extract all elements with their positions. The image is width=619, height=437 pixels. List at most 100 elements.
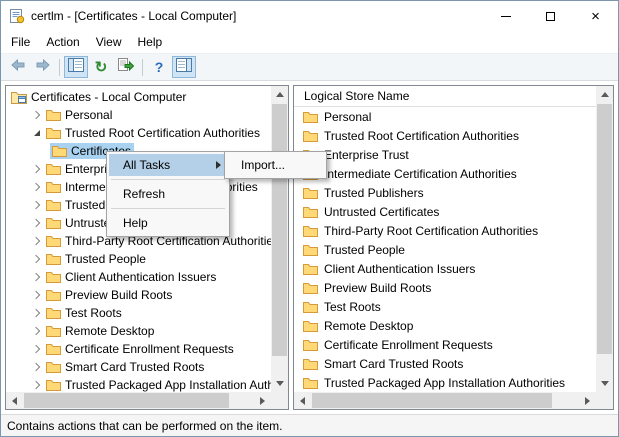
menu-item-label: All Tasks xyxy=(123,158,170,172)
context-menu-item-all-tasks[interactable]: All Tasks xyxy=(109,154,227,176)
help-button[interactable]: ? xyxy=(147,56,171,78)
store-list-item[interactable]: Untrusted Certificates xyxy=(294,202,596,221)
tree-hscroll-thumb[interactable] xyxy=(24,393,229,408)
folder-icon xyxy=(302,263,318,275)
show-console-tree-button[interactable] xyxy=(64,56,88,78)
folder-icon xyxy=(45,235,61,247)
context-menu-item-import[interactable]: Import... xyxy=(227,154,324,176)
tree-item[interactable]: Trusted People xyxy=(6,250,271,268)
chevron-collapsed-icon[interactable] xyxy=(30,220,44,226)
scroll-up-button[interactable] xyxy=(596,86,613,103)
close-button[interactable]: × xyxy=(573,1,618,31)
tree-item[interactable]: Trusted Root Certification Authorities xyxy=(6,124,271,142)
status-text: Contains actions that can be performed o… xyxy=(7,419,283,433)
store-name-label: Smart Card Trusted Roots xyxy=(324,357,463,371)
list-horizontal-scrollbar[interactable] xyxy=(294,392,596,409)
export-list-button[interactable] xyxy=(114,56,138,78)
folder-icon xyxy=(45,127,61,139)
tree-item[interactable]: Personal xyxy=(6,106,271,124)
scroll-left-button[interactable] xyxy=(294,392,311,409)
context-menu-item-help[interactable]: Help xyxy=(109,212,227,234)
chevron-collapsed-icon[interactable] xyxy=(30,238,44,244)
console-tree: Certificates - Local ComputerPersonalTru… xyxy=(6,86,271,392)
chevron-collapsed-icon[interactable] xyxy=(30,166,44,172)
chevron-collapsed-icon[interactable] xyxy=(30,256,44,262)
chevron-collapsed-icon[interactable] xyxy=(30,112,44,118)
folder-icon xyxy=(302,339,318,351)
store-list-item[interactable]: Trusted People xyxy=(294,240,596,259)
show-action-pane-button[interactable] xyxy=(172,56,196,78)
chevron-collapsed-icon[interactable] xyxy=(30,328,44,334)
menu-file[interactable]: File xyxy=(3,32,38,52)
scroll-right-button[interactable] xyxy=(579,392,596,409)
submenu-arrow-icon xyxy=(216,161,221,169)
minimize-button[interactable] xyxy=(483,1,528,31)
store-list-item[interactable]: Remote Desktop xyxy=(294,316,596,335)
menu-view[interactable]: View xyxy=(88,32,130,52)
store-list-item[interactable]: Enterprise Trust xyxy=(294,145,596,164)
close-icon: × xyxy=(591,9,600,24)
store-list-item[interactable]: Trusted Root Certification Authorities xyxy=(294,126,596,145)
back-button[interactable] xyxy=(6,56,30,78)
all-tasks-submenu: Import... xyxy=(224,151,327,179)
chevron-collapsed-icon[interactable] xyxy=(30,292,44,298)
maximize-icon xyxy=(546,12,555,21)
maximize-button[interactable] xyxy=(528,1,573,31)
tree-item[interactable]: Certificate Enrollment Requests xyxy=(6,340,271,358)
scroll-down-button[interactable] xyxy=(271,375,288,392)
menu-item-label: Refresh xyxy=(123,187,165,201)
store-list-item[interactable]: Smart Card Trusted Roots xyxy=(294,354,596,373)
store-list-item[interactable]: Preview Build Roots xyxy=(294,278,596,297)
chevron-collapsed-icon[interactable] xyxy=(30,184,44,190)
chevron-expanded-icon[interactable] xyxy=(30,130,44,136)
column-header-logical-store-name[interactable]: Logical Store Name xyxy=(294,86,596,107)
tree-item[interactable]: Test Roots xyxy=(6,304,271,322)
list-vscroll-thumb[interactable] xyxy=(597,104,612,354)
tree-item-label: Trusted Packaged App Installation Author… xyxy=(65,378,271,392)
chevron-collapsed-icon[interactable] xyxy=(30,364,44,370)
tree-item-label: Smart Card Trusted Roots xyxy=(65,360,204,374)
tree-vscroll-thumb[interactable] xyxy=(272,104,287,356)
folder-icon xyxy=(45,199,61,211)
tree-item[interactable]: Smart Card Trusted Roots xyxy=(6,358,271,376)
tree-horizontal-scrollbar[interactable] xyxy=(6,392,271,409)
store-list-item[interactable]: Trusted Publishers xyxy=(294,183,596,202)
scroll-right-button[interactable] xyxy=(254,392,271,409)
store-list-item[interactable]: Intermediate Certification Authorities xyxy=(294,164,596,183)
store-list-item[interactable]: Client Authentication Issuers xyxy=(294,259,596,278)
store-list-item[interactable]: Certificate Enrollment Requests xyxy=(294,335,596,354)
tree-item[interactable]: Preview Build Roots xyxy=(6,286,271,304)
chevron-collapsed-icon[interactable] xyxy=(30,310,44,316)
forward-icon xyxy=(36,58,50,76)
tree-item[interactable]: Certificates - Local Computer xyxy=(6,88,271,106)
scroll-left-button[interactable] xyxy=(6,392,23,409)
scroll-down-button[interactable] xyxy=(596,375,613,392)
list-hscroll-thumb[interactable] xyxy=(312,393,552,408)
tree-item-label: Certificate Enrollment Requests xyxy=(65,342,234,356)
chevron-collapsed-icon[interactable] xyxy=(30,274,44,280)
tree-item[interactable]: Remote Desktop xyxy=(6,322,271,340)
chevron-collapsed-icon[interactable] xyxy=(30,346,44,352)
refresh-button[interactable]: ↻ xyxy=(89,56,113,78)
store-list-item[interactable]: Third-Party Root Certification Authoriti… xyxy=(294,221,596,240)
store-list-item[interactable]: Test Roots xyxy=(294,297,596,316)
menu-item-label: Help xyxy=(123,216,148,230)
toolbar: ↻ ? xyxy=(1,53,618,81)
tree-item[interactable]: Client Authentication Issuers xyxy=(6,268,271,286)
scrollbar-corner xyxy=(271,392,288,409)
menu-item-label: Import... xyxy=(241,158,285,172)
list-vertical-scrollbar[interactable] xyxy=(596,86,613,392)
store-name-label: Remote Desktop xyxy=(324,319,413,333)
chevron-collapsed-icon[interactable] xyxy=(30,202,44,208)
scroll-up-button[interactable] xyxy=(271,86,288,103)
context-menu-item-refresh[interactable]: Refresh xyxy=(109,183,227,205)
store-list-item[interactable]: Trusted Packaged App Installation Author… xyxy=(294,373,596,392)
menu-action[interactable]: Action xyxy=(38,32,87,52)
store-list-item[interactable]: Personal xyxy=(294,107,596,126)
tree-vertical-scrollbar[interactable] xyxy=(271,86,288,392)
chevron-collapsed-icon[interactable] xyxy=(30,382,44,388)
menu-help[interactable]: Help xyxy=(130,32,171,52)
tree-item[interactable]: Trusted Packaged App Installation Author… xyxy=(6,376,271,392)
forward-button[interactable] xyxy=(31,56,55,78)
show-action-pane-icon xyxy=(176,58,192,77)
